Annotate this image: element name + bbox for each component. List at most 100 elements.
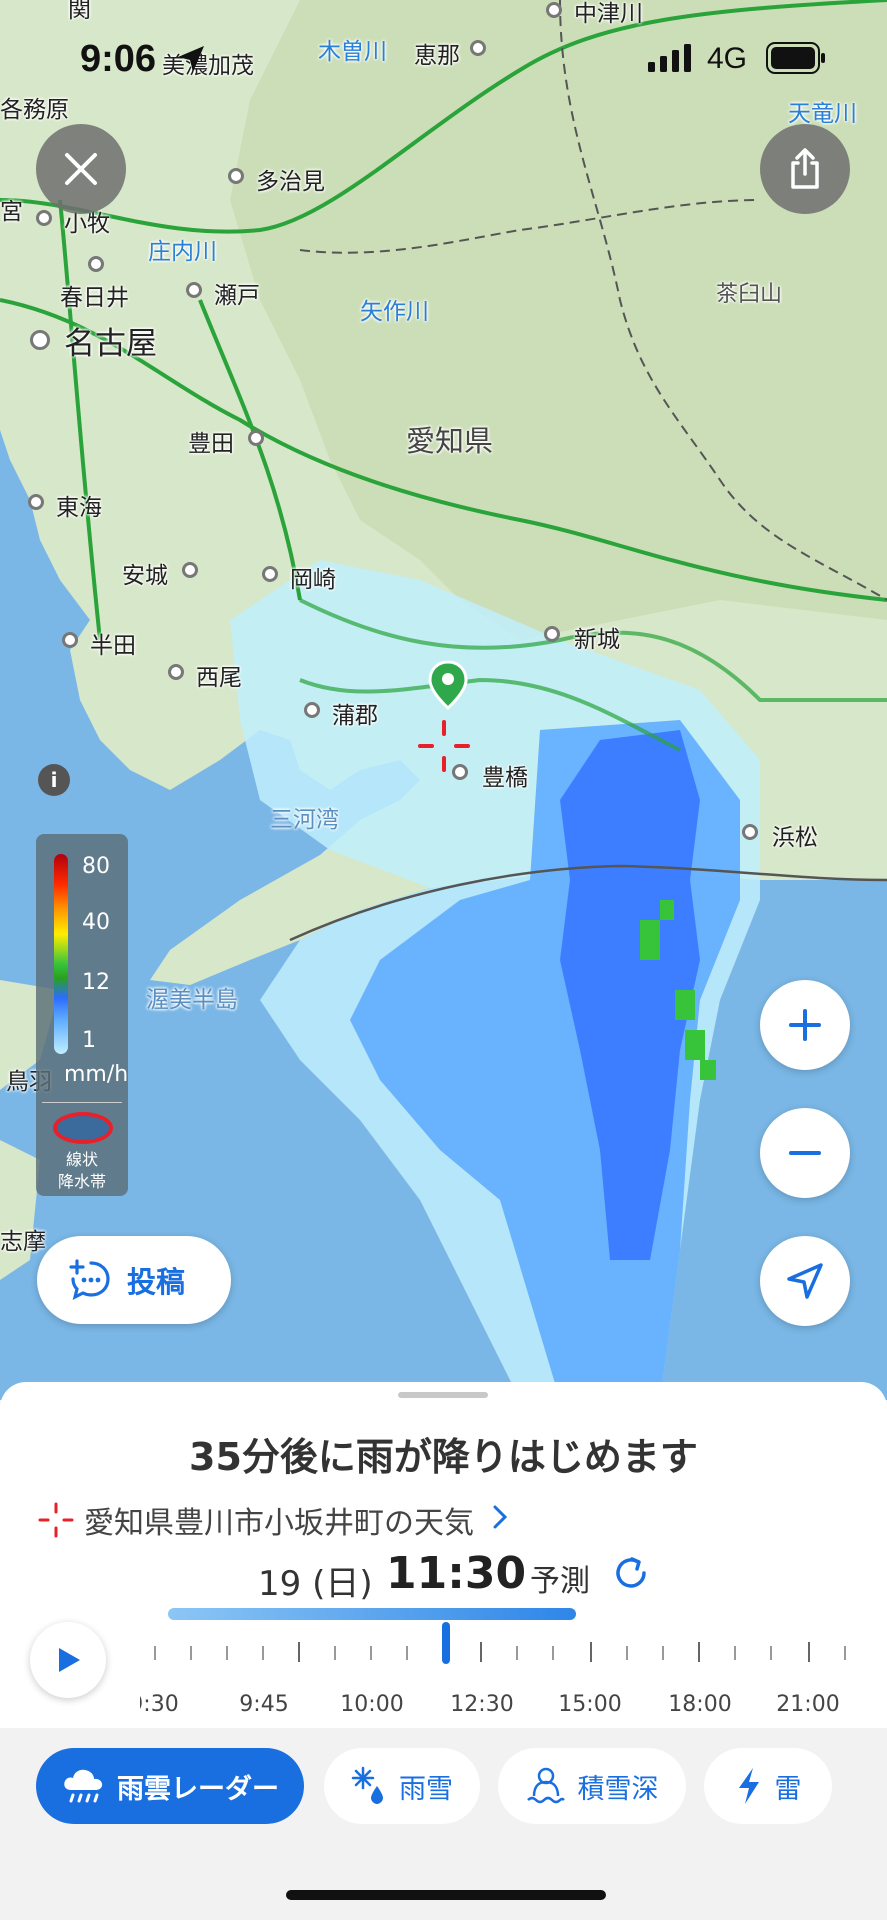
- chevron-right-icon: [492, 1503, 508, 1538]
- city-dot: [228, 168, 244, 184]
- signal-icon: [648, 44, 694, 76]
- minus-icon: [789, 1151, 821, 1155]
- city-label-seki: 関: [68, 0, 91, 23]
- city-dot: [182, 562, 198, 578]
- close-button[interactable]: [36, 124, 126, 214]
- timeline-label: 9:45: [239, 1692, 289, 1717]
- river-label-tenryu: 天竜川: [788, 101, 857, 127]
- timeline-tick: [808, 1642, 810, 1662]
- time-display: 19 (日) 11:30 予測: [0, 1544, 887, 1604]
- city-label-shima: 志摩: [0, 1229, 46, 1255]
- legend-linear-band-line2: 降水帯: [57, 1172, 106, 1191]
- timeline-tick: [334, 1646, 336, 1660]
- city-label-miya: 宮: [0, 199, 23, 225]
- river-label-yahagi: 矢作川: [360, 299, 429, 325]
- timeline-tick: [698, 1642, 700, 1662]
- forecast-mode: 予測: [530, 1564, 590, 1599]
- battery-icon: [766, 42, 826, 78]
- timeline-label: 12:30: [450, 1692, 514, 1717]
- refresh-icon[interactable]: [612, 1554, 650, 1596]
- location-arrow-icon: [176, 44, 206, 78]
- tab-thunder[interactable]: 雷: [704, 1748, 832, 1824]
- timeline-tick: [190, 1646, 192, 1660]
- legend-value-80: 80: [82, 854, 110, 879]
- timeline-tick: [226, 1646, 228, 1660]
- zoom-in-button[interactable]: [760, 980, 850, 1070]
- navigation-arrow-icon: [787, 1263, 823, 1299]
- city-label-seto: 瀬戸: [214, 283, 260, 309]
- timeline-tick: [844, 1646, 846, 1660]
- tab-snow-depth-label: 積雪深: [577, 1773, 659, 1805]
- legend-divider: [42, 1102, 122, 1103]
- city-dot: [742, 824, 758, 840]
- home-indicator: [286, 1890, 606, 1900]
- status-time: 9:06: [80, 38, 157, 80]
- city-label-kasugai: 春日井: [60, 285, 129, 311]
- city-dot: [30, 330, 50, 350]
- city-label-tokai: 東海: [56, 495, 102, 521]
- crosshair-small-icon: [38, 1502, 74, 1538]
- play-button[interactable]: [30, 1622, 106, 1698]
- legend-value-1: 1: [82, 1028, 96, 1053]
- city-label-hamamatsu: 浜松: [772, 825, 818, 851]
- timeline-tick: [552, 1646, 554, 1660]
- status-bar: 9:06 4G: [0, 30, 887, 90]
- timeline-tick: [590, 1642, 592, 1662]
- timeline-tick: [516, 1646, 518, 1660]
- city-label-kakamigahara: 各務原: [0, 97, 69, 123]
- network-type: 4G: [707, 42, 748, 75]
- city-dot: [248, 430, 264, 446]
- rain-legend: 80 40 12 1 mm/h 線状 降水帯: [36, 834, 128, 1196]
- share-icon: [791, 148, 819, 189]
- timeline-tick: [734, 1646, 736, 1660]
- tab-rain-radar[interactable]: 雨雲レーダー: [36, 1748, 304, 1824]
- timeline-slider[interactable]: 9:30 9:45 10:00 12:30 15:00 18:00 21:00: [140, 1632, 887, 1722]
- city-label-tajimi: 多治見: [256, 169, 325, 195]
- current-location-button[interactable]: [760, 1236, 850, 1326]
- plus-icon: [789, 1009, 821, 1041]
- city-dot: [28, 494, 44, 510]
- post-comment-icon: [67, 1257, 113, 1303]
- city-label-gamagori: 蒲郡: [332, 703, 378, 729]
- linear-band-icon: [53, 1112, 113, 1144]
- city-label-shinshiro: 新城: [574, 627, 620, 653]
- city-dot: [186, 282, 202, 298]
- legend-value-12: 12: [82, 970, 110, 995]
- forecast-date: 19 (日): [258, 1564, 373, 1604]
- river-label-shonai: 庄内川: [148, 239, 217, 265]
- rain-cloud-icon: [61, 1766, 105, 1806]
- forecast-time: 11:30: [386, 1548, 527, 1599]
- timeline-cursor[interactable]: [442, 1622, 450, 1664]
- city-dot: [36, 210, 52, 226]
- post-button[interactable]: 投稿: [37, 1236, 231, 1324]
- bay-label: 三河湾: [270, 807, 339, 833]
- legend-unit: mm/h: [64, 1062, 129, 1087]
- city-label-handa: 半田: [90, 633, 136, 659]
- location-link[interactable]: 愛知県豊川市小坂井町の天気: [38, 1498, 508, 1542]
- peninsula-label: 渥美半島: [146, 987, 238, 1013]
- timeline-label: 9:30: [140, 1692, 179, 1717]
- timeline-tick: [370, 1646, 372, 1660]
- legend-value-40: 40: [82, 910, 110, 935]
- lightning-icon: [735, 1766, 763, 1806]
- city-label-okazaki: 岡崎: [290, 567, 336, 593]
- tab-thunder-label: 雷: [774, 1773, 802, 1805]
- sheet-handle[interactable]: [398, 1392, 488, 1398]
- city-label-nishio: 西尾: [196, 665, 242, 691]
- city-label-toyota: 豊田: [188, 431, 234, 457]
- info-icon[interactable]: i: [38, 764, 70, 796]
- prefecture-label: 愛知県: [406, 424, 494, 458]
- tab-snow-depth[interactable]: 積雪深: [498, 1748, 686, 1824]
- city-label-nakatsugawa: 中津川: [574, 1, 643, 27]
- timeline-tick: [154, 1646, 156, 1660]
- timeline-tick: [480, 1642, 482, 1662]
- close-icon: [65, 153, 97, 185]
- rain-radar-map[interactable]: 関 中津川 美濃加茂 恵那 各務原 多治見 小牧 春日井 瀬戸 名古屋 豊田 東…: [0, 0, 887, 1400]
- timeline-label: 21:00: [776, 1692, 840, 1717]
- zoom-out-button[interactable]: [760, 1108, 850, 1198]
- share-button[interactable]: [760, 124, 850, 214]
- city-label-toyohashi: 豊橋: [482, 765, 528, 791]
- tab-rain-snow[interactable]: 雨雪: [324, 1748, 480, 1824]
- mountain-label-chausu: 茶臼山: [716, 282, 783, 307]
- play-icon: [59, 1648, 80, 1672]
